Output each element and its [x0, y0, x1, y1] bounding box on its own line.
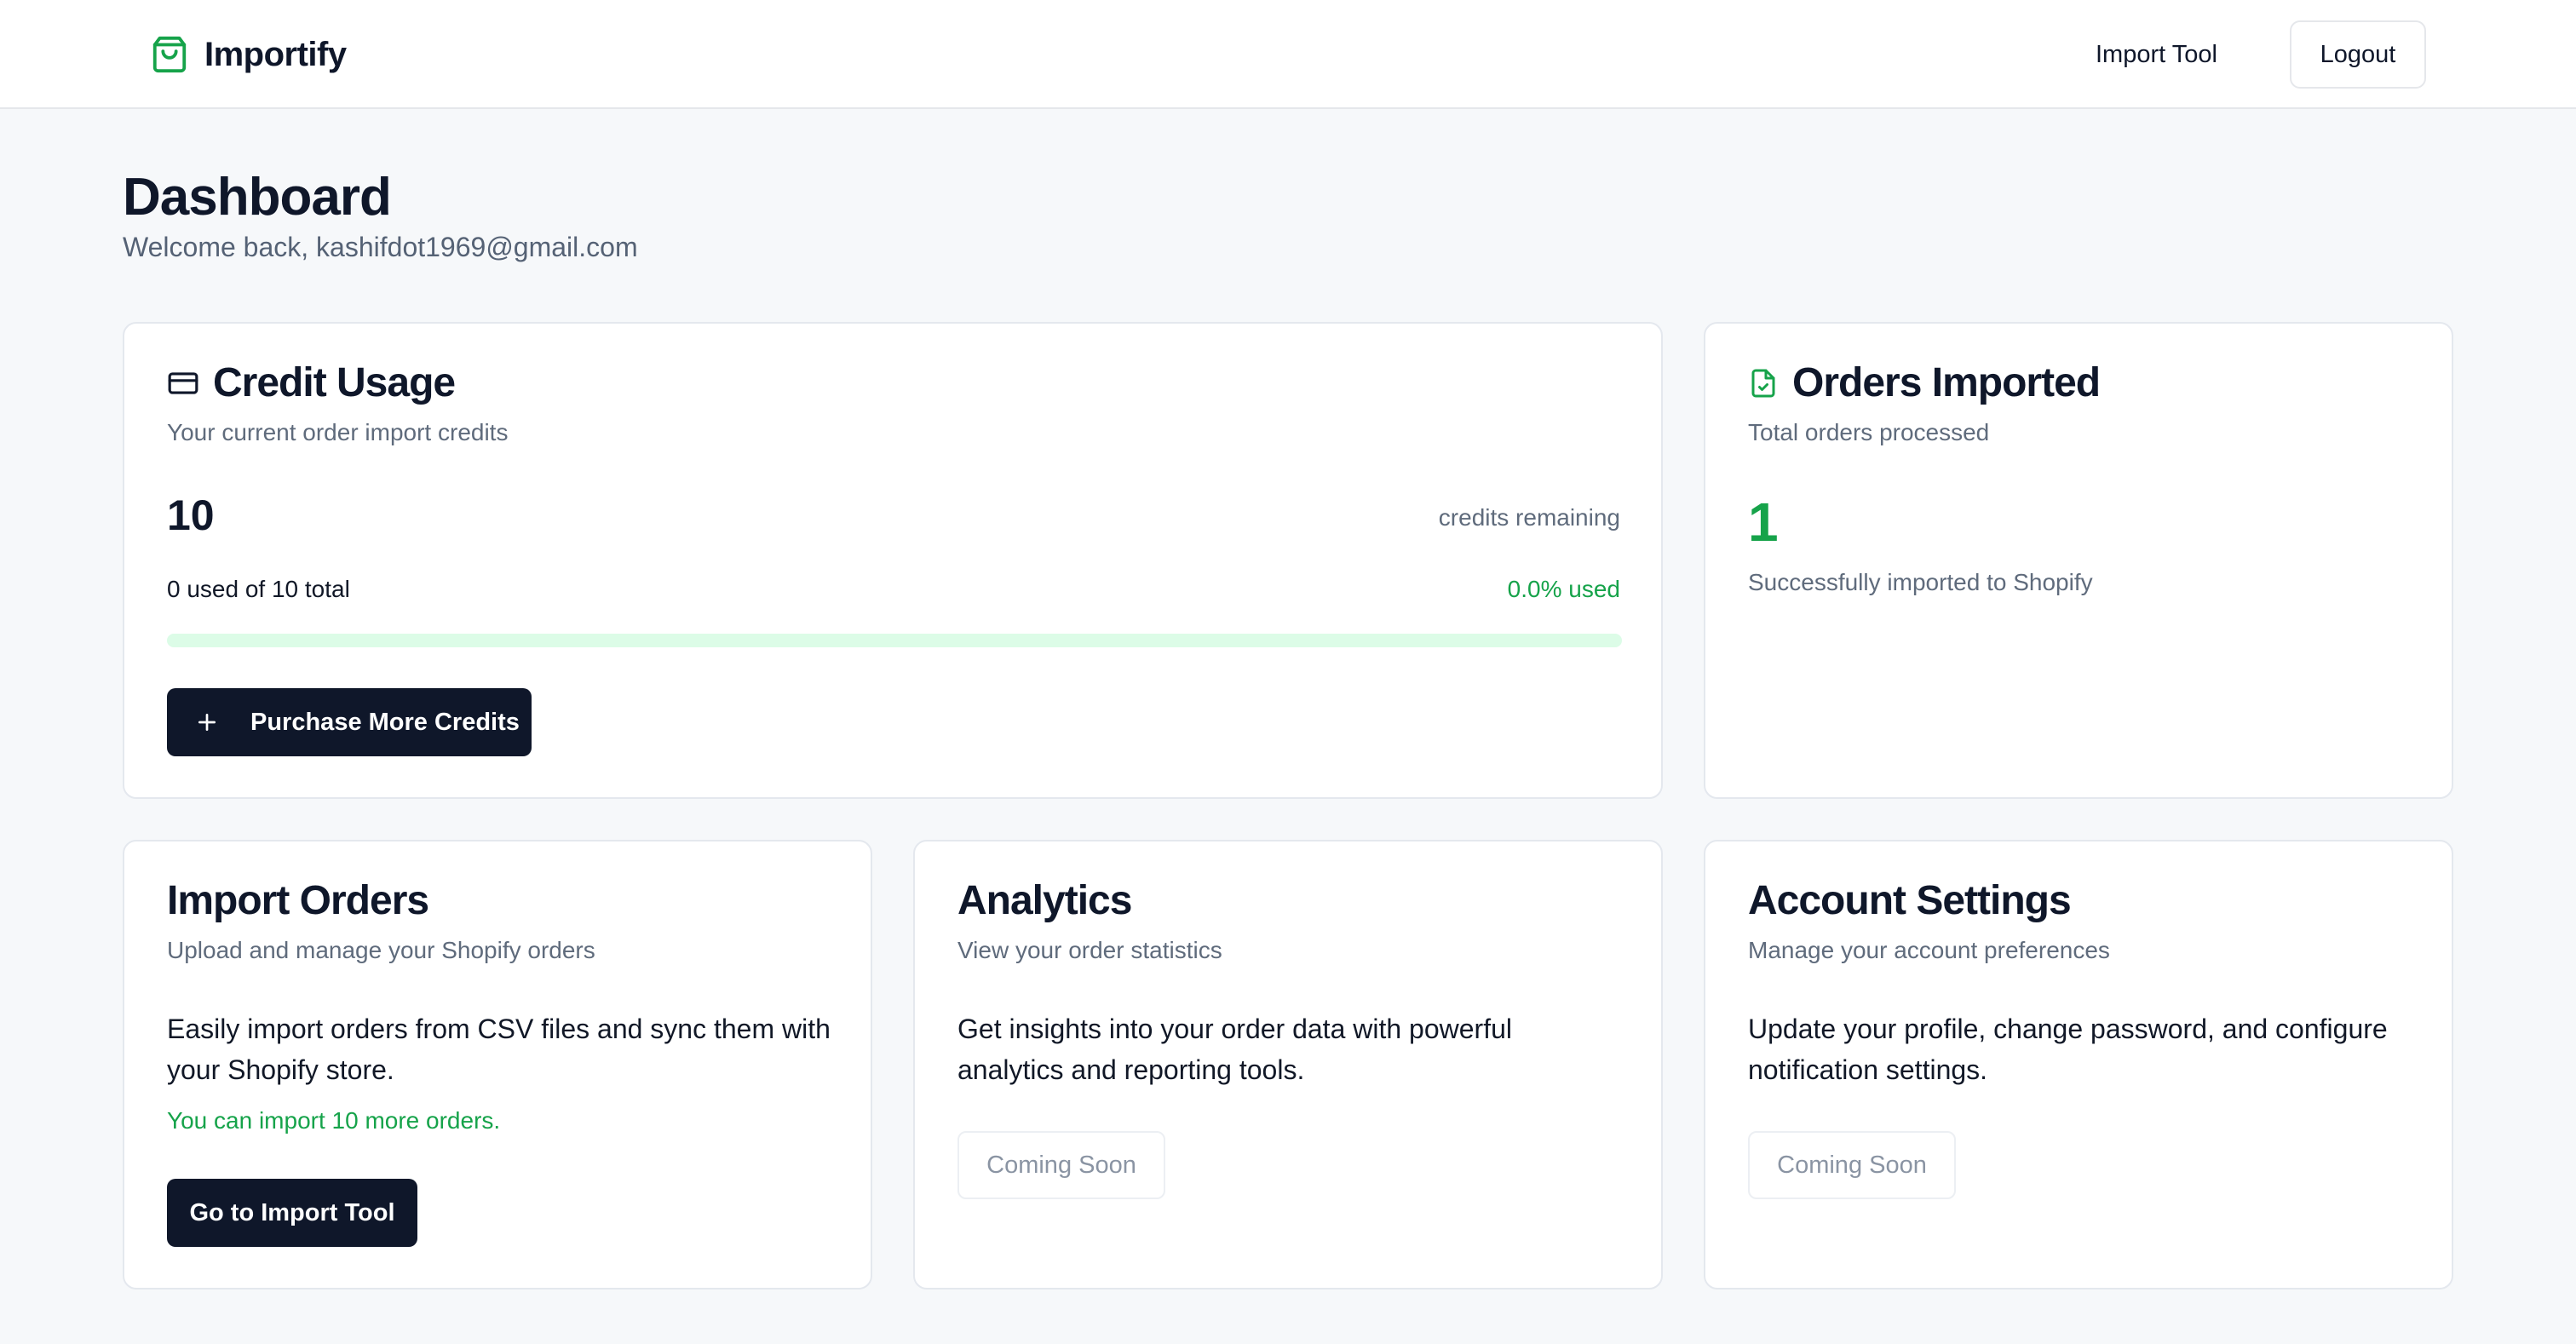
- orders-imported-count: 1: [1748, 491, 1779, 553]
- purchase-credits-button[interactable]: Purchase More Credits: [167, 688, 532, 756]
- top-navbar: Importify Import Tool Logout: [0, 0, 2576, 109]
- import-orders-note: You can import 10 more orders.: [167, 1107, 501, 1134]
- go-to-import-tool-button[interactable]: Go to Import Tool: [167, 1179, 417, 1247]
- file-check-icon: [1751, 369, 1775, 397]
- orders-imported-card: Orders Imported Total orders processed 1…: [1704, 322, 2453, 799]
- welcome-text: Welcome back, kashifdot1969@gmail.com: [123, 232, 638, 262]
- account-settings-coming-soon-button: Coming Soon: [1748, 1131, 1956, 1199]
- orders-imported-subtitle: Total orders processed: [1748, 419, 1990, 445]
- credit-usage-heading: Credit Usage: [213, 360, 456, 405]
- credit-usage-title: Credit Usage: [167, 359, 456, 406]
- analytics-subtitle: View your order statistics: [957, 937, 1222, 963]
- analytics-coming-soon-button: Coming Soon: [957, 1131, 1165, 1199]
- credit-progress-bar: [167, 634, 1622, 647]
- logout-button[interactable]: Logout: [2290, 20, 2426, 89]
- analytics-card: Analytics View your order statistics Get…: [913, 840, 1663, 1289]
- orders-imported-title: Orders Imported: [1748, 359, 2101, 406]
- account-settings-description: Update your profile, change password, an…: [1748, 1014, 2388, 1085]
- analytics-description: Get insights into your order data with p…: [957, 1014, 1512, 1085]
- account-settings-card: Account Settings Manage your account pre…: [1704, 840, 2453, 1289]
- import-orders-title: Import Orders: [167, 878, 429, 923]
- credits-remaining-value: 10: [167, 491, 215, 539]
- credit-usage-subtitle: Your current order import credits: [167, 419, 509, 445]
- credits-percent-used: 0.0% used: [1507, 576, 1620, 602]
- import-orders-card: Import Orders Upload and manage your Sho…: [123, 840, 872, 1289]
- orders-imported-heading: Orders Imported: [1792, 360, 2101, 405]
- account-settings-subtitle: Manage your account preferences: [1748, 937, 2110, 963]
- account-settings-title: Account Settings: [1748, 878, 2072, 923]
- import-orders-description: Easily import orders from CSV files and …: [167, 1014, 831, 1085]
- shopping-bag-icon: [152, 36, 187, 73]
- page-title: Dashboard: [123, 168, 392, 227]
- orders-imported-caption: Successfully imported to Shopify: [1748, 569, 2093, 595]
- brand-name: Importify: [204, 35, 347, 73]
- credits-remaining-label: credits remaining: [1438, 504, 1620, 531]
- analytics-title: Analytics: [957, 878, 1132, 923]
- brand[interactable]: Importify: [150, 31, 347, 78]
- plus-icon: [198, 713, 216, 732]
- credit-card-icon: [168, 371, 198, 394]
- purchase-credits-label: Purchase More Credits: [250, 708, 520, 736]
- nav-import-tool-link[interactable]: Import Tool: [2096, 32, 2217, 77]
- credits-used-text: 0 used of 10 total: [167, 576, 350, 602]
- credit-usage-card: Credit Usage Your current order import c…: [123, 322, 1663, 799]
- import-orders-subtitle: Upload and manage your Shopify orders: [167, 937, 595, 963]
